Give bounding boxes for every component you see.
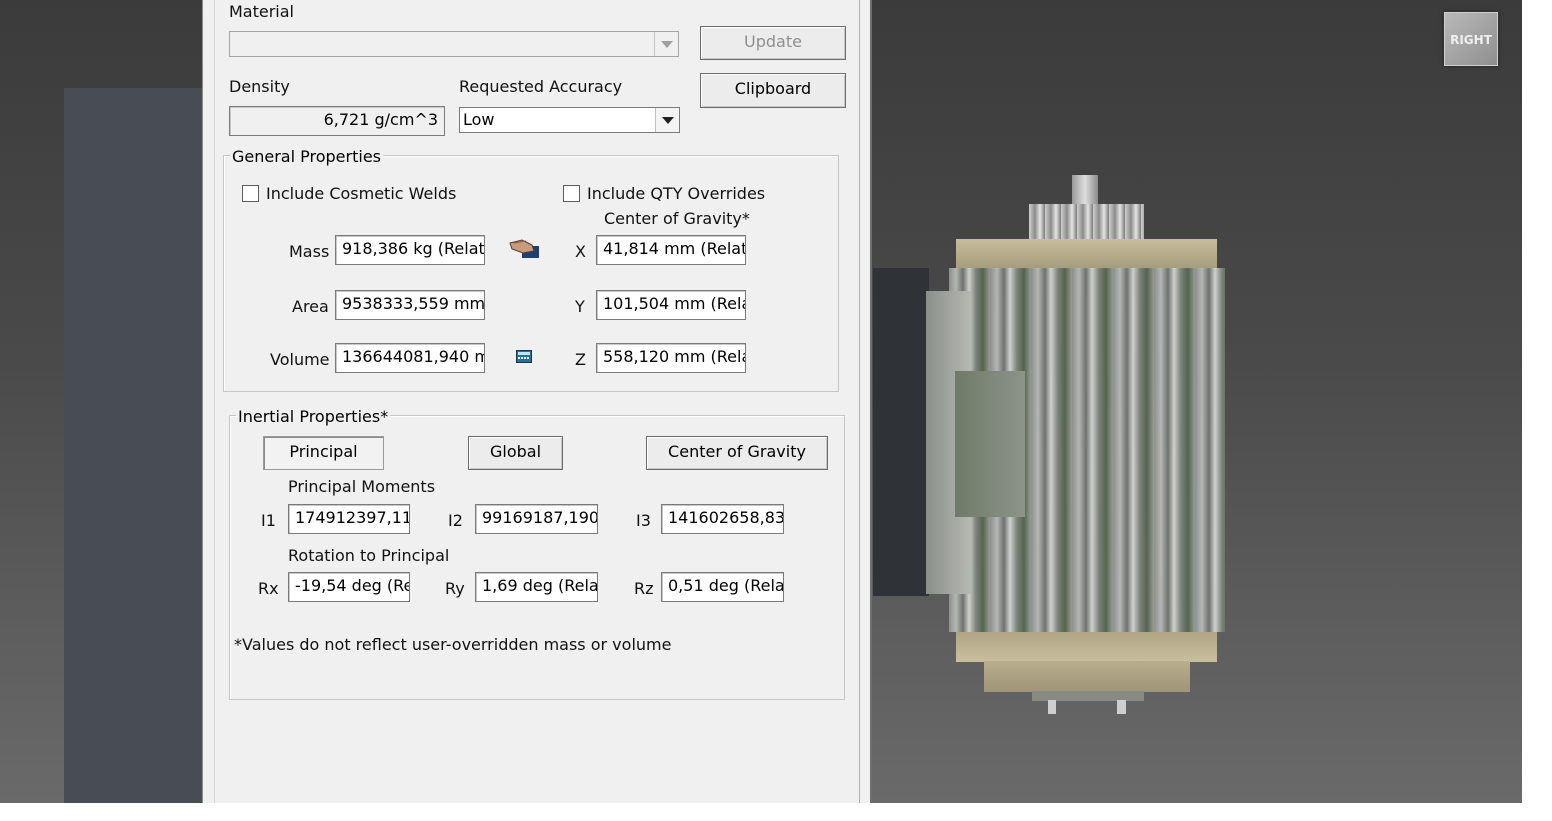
- i1-field[interactable]: 174912397,119: [288, 504, 410, 534]
- density-label: Density: [229, 77, 290, 96]
- model-back-plate: [873, 268, 929, 596]
- volume-label: Volume: [270, 350, 330, 369]
- dialog-divider: [214, 0, 215, 803]
- density-field[interactable]: 6,721 g/cm^3: [229, 106, 445, 136]
- accuracy-select[interactable]: Low: [459, 107, 680, 133]
- i2-label: I2: [448, 511, 463, 530]
- i3-label: I3: [636, 511, 651, 530]
- chevron-down-icon[interactable]: [655, 108, 679, 132]
- model-lower-ring: [984, 661, 1190, 692]
- tab-global[interactable]: Global: [468, 436, 563, 470]
- cog-x-label: X: [575, 242, 586, 261]
- i1-label: I1: [261, 511, 276, 530]
- inertial-note: *Values do not reflect user-overridden m…: [234, 635, 672, 654]
- cog-title: Center of Gravity*: [604, 209, 750, 228]
- rx-label: Rx: [258, 579, 279, 598]
- rx-field[interactable]: -19,54 deg (Relative: [288, 572, 410, 602]
- qty-overrides-checkbox[interactable]: [563, 185, 580, 202]
- accuracy-value: Low: [463, 110, 495, 129]
- cog-z-label: Z: [575, 350, 586, 369]
- cog-x-field[interactable]: 41,814 mm (Relative: [596, 235, 746, 265]
- calculator-icon[interactable]: [516, 349, 532, 363]
- cog-y-label: Y: [575, 297, 585, 316]
- update-button[interactable]: Update: [700, 26, 846, 60]
- mass-field[interactable]: 918,386 kg (Relative: [335, 235, 485, 265]
- model-upper-hub: [1029, 204, 1144, 242]
- cog-z-field[interactable]: 558,120 mm (Relative: [596, 343, 746, 373]
- cog-y-field[interactable]: 101,504 mm (Relative: [596, 290, 746, 320]
- ry-field[interactable]: 1,69 deg (Relative: [475, 572, 598, 602]
- area-field[interactable]: 9538333,559 mm^2: [335, 290, 485, 320]
- rotation-title: Rotation to Principal: [288, 546, 450, 565]
- accuracy-label: Requested Accuracy: [459, 77, 623, 96]
- chevron-down-icon[interactable]: [654, 32, 678, 56]
- cosmetic-welds-label: Include Cosmetic Welds: [266, 184, 457, 203]
- i3-field[interactable]: 141602658,837: [661, 504, 784, 534]
- inertial-properties-title: Inertial Properties*: [236, 407, 391, 426]
- rz-field[interactable]: 0,51 deg (Relative: [661, 572, 784, 602]
- model-pin-left: [1048, 700, 1056, 714]
- mass-label: Mass: [289, 242, 330, 261]
- i2-field[interactable]: 99169187,190 kg: [475, 504, 598, 534]
- qty-overrides-label: Include QTY Overrides: [587, 184, 766, 203]
- clipboard-button[interactable]: Clipboard: [700, 73, 846, 108]
- general-properties-title: General Properties: [230, 147, 383, 166]
- model-pin-right: [1117, 700, 1126, 714]
- hand-pointer-icon[interactable]: [508, 237, 540, 259]
- model-top-flange: [956, 239, 1217, 269]
- ry-label: Ry: [445, 579, 465, 598]
- volume-field[interactable]: 136644081,940 mm^3: [335, 343, 485, 373]
- material-select[interactable]: [229, 31, 679, 57]
- viewcube-right-face[interactable]: RIGHT: [1444, 12, 1498, 66]
- tab-principal[interactable]: Principal: [263, 436, 384, 470]
- material-label: Material: [229, 2, 294, 21]
- model-bottom-flange: [956, 632, 1217, 662]
- model-terminal-box: [955, 371, 1025, 517]
- principal-moments-title: Principal Moments: [288, 477, 436, 496]
- cosmetic-welds-checkbox[interactable]: [242, 185, 259, 202]
- rz-label: Rz: [634, 579, 654, 598]
- dialog-right-edge: [859, 0, 872, 803]
- area-label: Area: [292, 297, 329, 316]
- tab-center-of-gravity[interactable]: Center of Gravity: [646, 436, 828, 470]
- bottom-margin: [0, 803, 1552, 821]
- model-browser-strip: [64, 88, 204, 803]
- model-shaft-top: [1072, 175, 1098, 205]
